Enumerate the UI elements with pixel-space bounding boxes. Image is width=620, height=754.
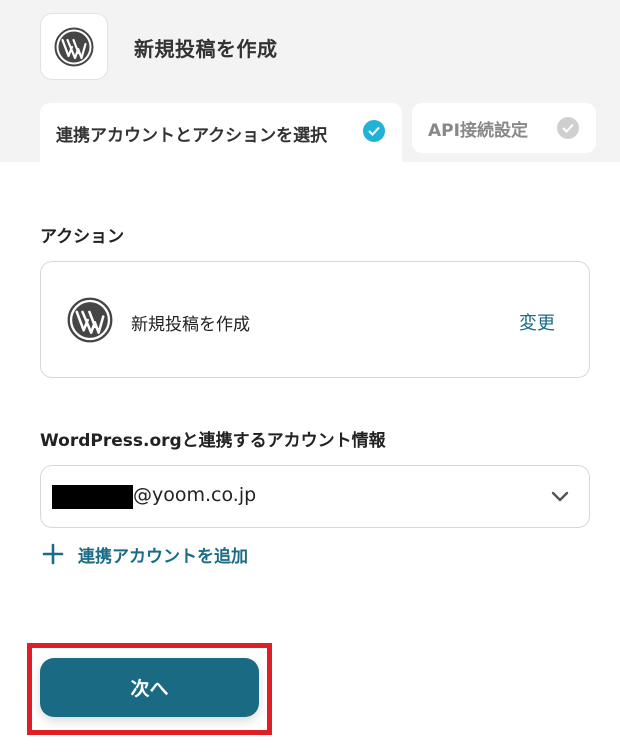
plus-icon [42,543,64,565]
page-title: 新規投稿を作成 [134,37,278,61]
tab-label: 連携アカウントとアクションを選択 [56,125,328,146]
account-email: @yoom.co.jp [133,484,257,506]
action-name: 新規投稿を作成 [131,315,250,335]
check-circle-icon [363,120,385,142]
action-section-label: アクション [40,227,125,247]
wordpress-icon [54,27,94,66]
redacted-username [52,485,133,509]
change-action-link[interactable]: 変更 [519,309,555,335]
chevron-down-icon [551,491,569,502]
account-select[interactable]: @yoom.co.jp [40,465,590,528]
app-icon-box [40,13,108,80]
tab-select-account-action[interactable]: 連携アカウントとアクションを選択 [40,103,402,163]
tab-label: API接続設定 [428,120,528,141]
check-circle-icon [557,117,579,139]
header-area: 新規投稿を作成 連携アカウントとアクションを選択 API接続設定 [0,0,620,163]
next-button[interactable]: 次へ [40,658,259,717]
account-section-label: WordPress.orgと連携するアカウント情報 [40,431,386,451]
wordpress-icon [67,297,113,343]
add-account-button[interactable]: 連携アカウントを追加 [42,540,248,568]
action-card: 新規投稿を作成 変更 [40,261,590,378]
add-account-label: 連携アカウントを追加 [78,546,248,567]
tab-api-settings[interactable]: API接続設定 [412,103,596,153]
